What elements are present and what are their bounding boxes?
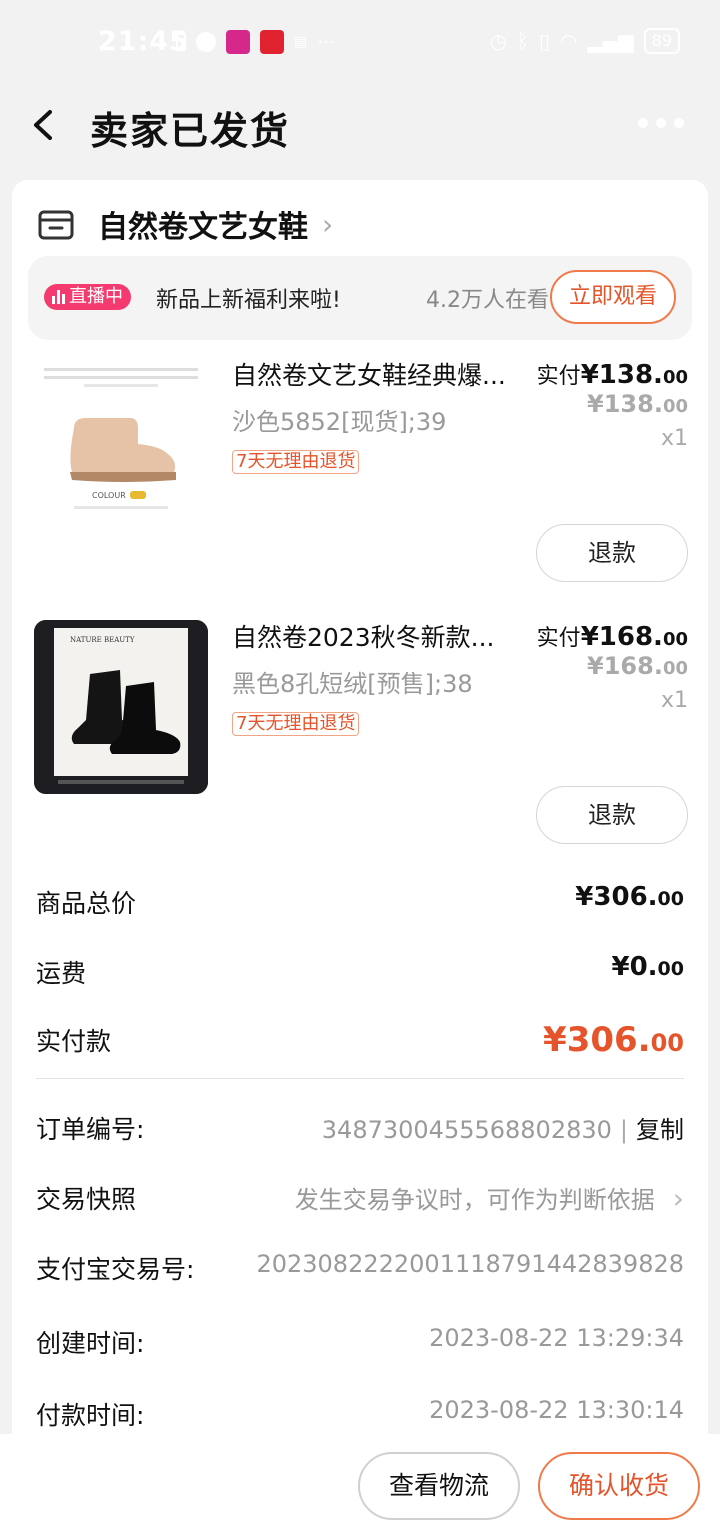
- original-price: ¥168.00: [587, 652, 688, 680]
- shop-name: 自然卷文艺女鞋: [98, 210, 308, 245]
- live-badge: 直播中: [44, 284, 131, 310]
- alarm-icon: ◷: [489, 29, 508, 53]
- return-policy-tag: 7天无理由退货: [232, 450, 360, 474]
- created-time-row: 创建时间: 2023-08-22 13:29:34: [36, 1324, 684, 1364]
- sim-icon: [176, 33, 186, 51]
- order-number-label: 订单编号:: [36, 1115, 145, 1144]
- pinduoduo-app-icon: [260, 30, 284, 54]
- boot-image: NATURE BEAUTY: [34, 620, 208, 794]
- thumb-colour-label: COLOUR: [92, 491, 126, 500]
- planet-icon: [196, 32, 216, 52]
- chevron-right-icon: ›: [322, 207, 334, 241]
- copy-button[interactable]: 复制: [636, 1116, 684, 1144]
- status-notification-icons: ▤ ···: [176, 30, 334, 54]
- order-item[interactable]: COLOUR 自然卷文艺女鞋经典爆... 沙色5852[现货];39 7天无理由…: [12, 344, 708, 606]
- shop-header[interactable]: 自然卷文艺女鞋 ›: [36, 194, 333, 254]
- vip-app-icon: [226, 30, 250, 54]
- boot-image: COLOUR: [34, 358, 208, 532]
- product-title: 自然卷文艺女鞋经典爆...: [232, 361, 506, 390]
- order-card: 自然卷文艺女鞋 › 直播中 新品上新福利来啦! 4.2万人在看 立即观看 COL…: [12, 180, 708, 1450]
- refund-button[interactable]: 退款: [536, 786, 688, 844]
- back-arrow-icon[interactable]: [26, 100, 66, 150]
- goods-total-row: 商品总价 ¥306.00: [36, 882, 684, 922]
- goods-total-label: 商品总价: [36, 889, 137, 918]
- order-item[interactable]: NATURE BEAUTY 自然卷2023秋冬新款... 黑色8孔短绒[预售];…: [12, 606, 708, 868]
- product-thumbnail[interactable]: NATURE BEAUTY: [34, 620, 208, 794]
- confirm-receipt-button[interactable]: 确认收货: [538, 1452, 700, 1520]
- live-badge-label: 直播中: [69, 286, 123, 307]
- live-promo-text: 新品上新福利来啦!: [156, 288, 341, 313]
- product-title: 自然卷2023秋冬新款...: [232, 623, 495, 652]
- news-icon: ▤: [294, 34, 308, 50]
- created-time-value: 2023-08-22 13:29:34: [429, 1324, 684, 1352]
- order-number-row: 订单编号: 3487300455568802830 | 复制: [36, 1110, 684, 1150]
- snapshot-label: 交易快照: [36, 1185, 137, 1214]
- chevron-right-icon: ›: [672, 1182, 684, 1215]
- quantity: x1: [660, 426, 688, 451]
- status-bar: 21:45 ▤ ··· ◷ ᛒ ▯ ◠ ▂▄▆ 89: [0, 0, 720, 84]
- vibrate-icon: ▯: [539, 29, 551, 53]
- more-notifications-icon: ···: [317, 31, 335, 53]
- shipping-value: ¥0.00: [611, 952, 684, 982]
- original-price: ¥138.00: [587, 390, 688, 418]
- return-policy-tag: 7天无理由退货: [232, 712, 360, 736]
- paid-price: 实付¥138.00: [536, 360, 688, 390]
- product-thumbnail[interactable]: COLOUR: [34, 358, 208, 532]
- paid-total-row: 实付款 ¥306.00: [36, 1020, 684, 1066]
- paid-time-label: 付款时间:: [36, 1401, 145, 1430]
- live-bars-icon: [52, 290, 65, 304]
- wifi-icon: ◠: [560, 29, 578, 53]
- paid-time-row: 付款时间: 2023-08-22 13:30:14: [36, 1396, 684, 1436]
- goods-total-value: ¥306.00: [575, 882, 684, 912]
- divider: [36, 1078, 684, 1079]
- more-options-icon[interactable]: [638, 118, 684, 128]
- product-spec: 沙色5852[现货];39: [232, 408, 447, 436]
- refund-button[interactable]: 退款: [536, 524, 688, 582]
- alipay-number-label: 支付宝交易号:: [36, 1255, 195, 1284]
- watch-now-button[interactable]: 立即观看: [550, 270, 676, 324]
- order-number-value: 3487300455568802830 | 复制: [321, 1116, 684, 1144]
- alipay-number-row: 支付宝交易号: 2023082222001118791442839828: [36, 1250, 684, 1290]
- quantity: x1: [660, 688, 688, 713]
- paid-total-label: 实付款: [36, 1027, 112, 1056]
- paid-total-value: ¥306.00: [543, 1020, 684, 1060]
- shipping-row: 运费 ¥0.00: [36, 952, 684, 992]
- status-system-icons: ◷ ᛒ ▯ ◠ ▂▄▆ 89: [490, 28, 680, 54]
- live-banner[interactable]: 直播中 新品上新福利来啦! 4.2万人在看 立即观看: [28, 256, 692, 340]
- shipping-label: 运费: [36, 959, 87, 988]
- battery-icon: 89: [643, 28, 680, 54]
- store-icon: [38, 210, 74, 240]
- paid-time-value: 2023-08-22 13:30:14: [429, 1396, 684, 1424]
- page-title: 卖家已发货: [90, 109, 291, 153]
- bottom-action-bar: 查看物流 确认收货: [0, 1434, 720, 1540]
- snapshot-row[interactable]: 交易快照 发生交易争议时，可作为判断依据 ›: [36, 1180, 684, 1220]
- created-time-label: 创建时间:: [36, 1329, 145, 1358]
- thumb-brand-label: NATURE BEAUTY: [70, 636, 135, 644]
- nav-bar: 卖家已发货: [0, 84, 720, 168]
- live-viewer-count: 4.2万人在看: [426, 288, 549, 313]
- product-spec: 黑色8孔短绒[预售];38: [232, 670, 473, 698]
- snapshot-value: 发生交易争议时，可作为判断依据 ›: [294, 1182, 684, 1215]
- view-logistics-button[interactable]: 查看物流: [358, 1452, 520, 1520]
- alipay-number-value: 2023082222001118791442839828: [256, 1250, 684, 1278]
- signal-icon: ▂▄▆: [587, 29, 634, 53]
- paid-price: 实付¥168.00: [536, 622, 688, 652]
- bluetooth-icon: ᛒ: [517, 29, 530, 53]
